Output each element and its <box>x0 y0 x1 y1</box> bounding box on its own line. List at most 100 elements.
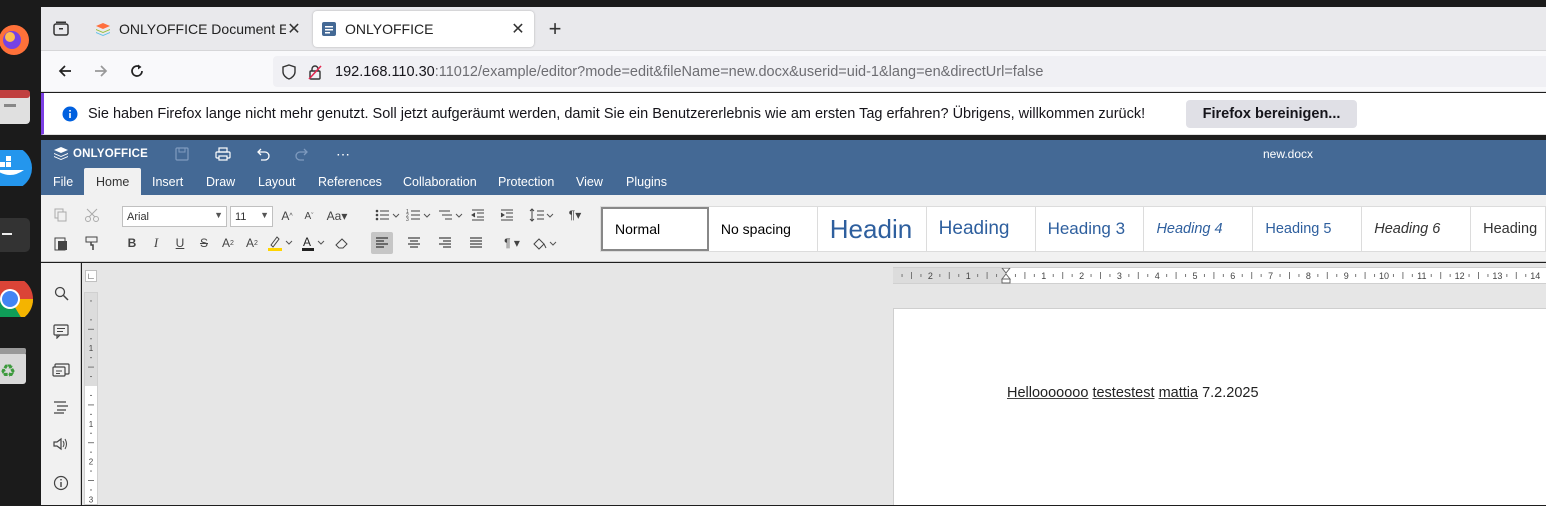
ruler-number: 2 <box>89 458 94 467</box>
tab-onlyoffice-editor[interactable]: ONLYOFFICE ✕ <box>313 11 534 47</box>
style-heading-2[interactable]: Heading <box>927 207 1036 251</box>
align-right-icon[interactable] <box>434 232 456 254</box>
save-icon[interactable] <box>171 143 193 165</box>
back-arrow-icon[interactable] <box>51 57 79 85</box>
ruler-number: 3 <box>1117 271 1122 281</box>
url-bar[interactable]: 192.168.110.30:11012/example/editor?mode… <box>273 56 1546 87</box>
chevron-down-icon: ▼ <box>214 210 223 220</box>
menu-draw[interactable]: Draw <box>194 168 247 195</box>
reload-icon[interactable] <box>123 57 151 85</box>
style-heading-6[interactable]: Heading 6 <box>1362 207 1472 251</box>
menu-references[interactable]: References <box>306 168 394 195</box>
font-size-value: 11 <box>235 210 247 223</box>
font-name-select[interactable]: Arial ▼ <box>122 206 227 227</box>
undo-icon[interactable] <box>252 143 274 165</box>
menu-home[interactable]: Home <box>84 168 142 195</box>
cut-icon[interactable] <box>81 204 103 226</box>
decrease-indent-icon[interactable] <box>467 204 489 226</box>
forward-arrow-icon[interactable] <box>87 57 115 85</box>
close-tab-icon[interactable]: ✕ <box>510 19 526 39</box>
strikethrough-icon[interactable]: S <box>193 232 215 254</box>
align-center-icon[interactable] <box>403 232 425 254</box>
chat-icon[interactable] <box>51 360 71 380</box>
redo-icon[interactable] <box>291 143 313 165</box>
style-no-spacing[interactable]: No spacing <box>709 207 818 251</box>
firefox-refresh-button[interactable]: Firefox bereinigen... <box>1186 100 1357 128</box>
italic-icon[interactable]: I <box>145 232 167 254</box>
terminal-icon[interactable] <box>0 216 34 252</box>
styles-gallery: Normal No spacing Headin Heading Heading… <box>600 206 1546 252</box>
menu-protection[interactable]: Protection <box>486 168 566 195</box>
font-size-select[interactable]: 11 ▼ <box>230 206 273 227</box>
files-icon[interactable] <box>0 88 34 124</box>
svg-text:♻: ♻ <box>0 361 16 382</box>
decrease-font-icon[interactable]: Aˇ <box>298 205 320 227</box>
format-painter-icon[interactable] <box>81 232 103 254</box>
paragraph-settings-icon[interactable]: ¶▾ <box>560 204 590 226</box>
menu-file[interactable]: File <box>41 168 85 195</box>
brand-name: ONLYOFFICE <box>73 147 149 160</box>
line-spacing-icon[interactable] <box>528 204 558 226</box>
style-heading-1[interactable]: Headin <box>818 207 927 251</box>
comments-icon[interactable] <box>51 321 71 341</box>
clear-style-icon[interactable] <box>331 232 353 254</box>
highlight-color-icon[interactable] <box>265 232 295 254</box>
increase-indent-icon[interactable] <box>496 204 518 226</box>
vertical-ruler[interactable]: 1 1 2 3 <box>84 292 98 505</box>
menu-plugins[interactable]: Plugins <box>614 168 679 195</box>
menu-layout[interactable]: Layout <box>246 168 308 195</box>
style-heading-5[interactable]: Heading 5 <box>1253 207 1363 251</box>
align-left-icon[interactable] <box>371 232 393 254</box>
navigation-icon[interactable] <box>51 397 71 417</box>
font-name-value: Arial <box>127 210 150 223</box>
print-icon[interactable] <box>212 143 234 165</box>
underline-icon[interactable]: U <box>169 232 191 254</box>
trash-icon[interactable]: ♻ <box>0 348 34 384</box>
tab-overview-icon[interactable] <box>47 15 75 43</box>
search-icon[interactable] <box>51 283 71 303</box>
new-tab-button[interactable]: + <box>541 15 569 43</box>
style-heading-7[interactable]: Heading <box>1471 207 1545 251</box>
close-tab-icon[interactable]: ✕ <box>286 19 302 39</box>
style-heading-4[interactable]: Heading 4 <box>1144 207 1254 251</box>
increase-font-icon[interactable]: A ^ <box>276 205 298 227</box>
ruler-number: 1 <box>89 344 94 353</box>
firefox-icon[interactable] <box>0 22 34 58</box>
tab-onlyoffice-docs[interactable]: ONLYOFFICE Document E ✕ <box>87 11 310 47</box>
tab-stop-selector[interactable]: ∟ <box>85 270 97 282</box>
more-icon[interactable]: ⋯ <box>332 143 354 165</box>
horizontal-ruler[interactable]: 2 1 1 2 3 4 5 6 7 8 9 10 11 12 13 14 <box>893 267 1546 284</box>
subscript-icon[interactable]: A2 <box>241 232 263 254</box>
menu-view[interactable]: View <box>564 168 615 195</box>
change-case-icon[interactable]: Aa▾ <box>322 205 352 227</box>
shield-icon[interactable] <box>281 63 297 80</box>
docker-icon[interactable] <box>0 150 34 186</box>
speech-icon[interactable] <box>51 434 71 454</box>
font-color-icon[interactable]: A <box>299 232 329 254</box>
paste-icon[interactable] <box>50 232 72 254</box>
document-paragraph[interactable]: Hellooooooo testestest mattia 7.2.2025 <box>1007 385 1259 401</box>
ruler-number: 3 <box>89 495 94 504</box>
nonprinting-chars-icon[interactable]: ¶ ▾ <box>497 232 527 254</box>
superscript-icon[interactable]: A2 <box>217 232 239 254</box>
indent-marker[interactable] <box>1000 267 1012 287</box>
bullet-list-icon[interactable] <box>374 204 404 226</box>
tab-title: ONLYOFFICE <box>345 21 434 37</box>
ruler-number: 10 <box>1379 271 1389 281</box>
shading-icon[interactable] <box>531 232 561 254</box>
menu-collaboration[interactable]: Collaboration <box>391 168 489 195</box>
numbered-list-icon[interactable]: 123 <box>405 204 435 226</box>
style-heading-3[interactable]: Heading 3 <box>1036 207 1145 251</box>
copy-icon[interactable] <box>50 204 72 226</box>
style-normal[interactable]: Normal <box>601 207 709 251</box>
insecure-lock-icon[interactable] <box>307 64 323 80</box>
multilevel-list-icon[interactable] <box>437 204 467 226</box>
info-about-icon[interactable] <box>51 473 71 493</box>
chrome-icon[interactable] <box>0 281 34 317</box>
document-page[interactable]: Hellooooooo testestest mattia 7.2.2025 <box>893 308 1546 505</box>
bold-icon[interactable]: B <box>121 232 143 254</box>
menu-insert[interactable]: Insert <box>140 168 195 195</box>
ruler-number: 1 <box>89 420 94 429</box>
justify-icon[interactable] <box>465 232 487 254</box>
ruler-number: 9 <box>1344 271 1349 281</box>
